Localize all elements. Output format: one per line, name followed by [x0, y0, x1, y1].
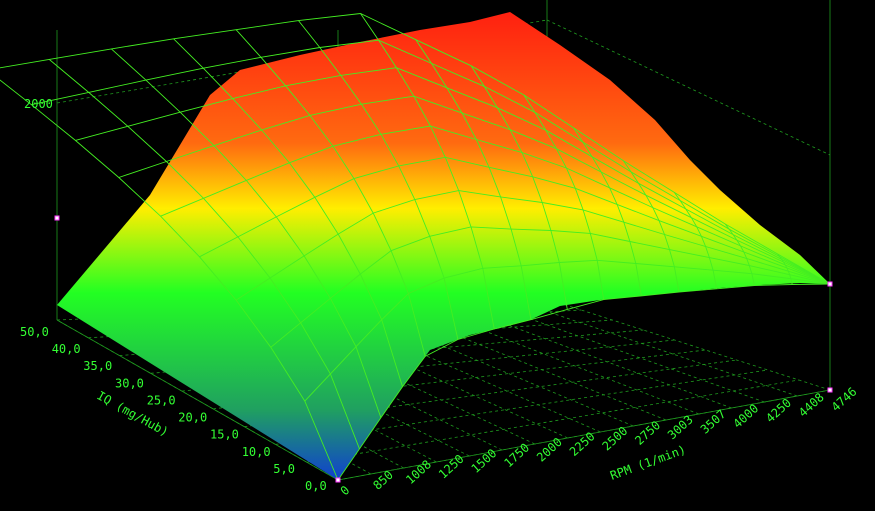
x-tick-label: 850 — [370, 468, 395, 493]
x-tick-label: 4408 — [796, 390, 827, 420]
x-tick-label: 0 — [338, 483, 353, 498]
x-tick-label: 2500 — [600, 424, 631, 454]
x-tick-label: 2750 — [632, 418, 663, 448]
z-tick-2000: 2000 — [24, 97, 53, 111]
x-tick-label: 1008 — [403, 457, 434, 487]
x-tick-label: 4746 — [829, 384, 860, 414]
floor-grid-line — [549, 299, 831, 391]
x-tick-label: 1500 — [469, 446, 500, 476]
z-handle-right[interactable] — [827, 281, 833, 287]
y-tick-label: 15,0 — [210, 428, 239, 442]
y-tick-label: 5,0 — [273, 462, 295, 476]
y-tick-label: 20,0 — [178, 411, 207, 425]
y-tick-label: 35,0 — [83, 359, 112, 373]
x-tick-label: 3507 — [698, 407, 729, 437]
x-end-handle[interactable] — [827, 387, 833, 393]
floor-grid-line — [517, 300, 798, 397]
z-handle-left[interactable] — [54, 215, 60, 221]
y-tick-label: 40,0 — [52, 342, 81, 356]
x-tick-label: 4250 — [763, 396, 794, 426]
y-tick-label: 25,0 — [147, 393, 176, 407]
x-axis-ticks: 0 850 1008 1250 1500 1750 2000 2250 2500 2750 3003… — [338, 384, 860, 498]
y-tick-label: 10,0 — [242, 445, 271, 459]
y-tick-label: 30,0 — [115, 376, 144, 390]
origin-handle[interactable] — [335, 477, 341, 483]
y-tick-label: 50,0 — [20, 325, 49, 339]
x-tick-label: 3003 — [665, 412, 696, 442]
x-axis-label: RPM (1/min) — [608, 442, 687, 482]
x-tick-label: 4000 — [730, 401, 761, 431]
x-tick-label: 1250 — [436, 452, 467, 482]
surface-chart: 2000 0,0 5,010,015,020,025,030,035,040,05… — [0, 0, 875, 511]
y-tick-label: 0,0 — [305, 479, 327, 493]
